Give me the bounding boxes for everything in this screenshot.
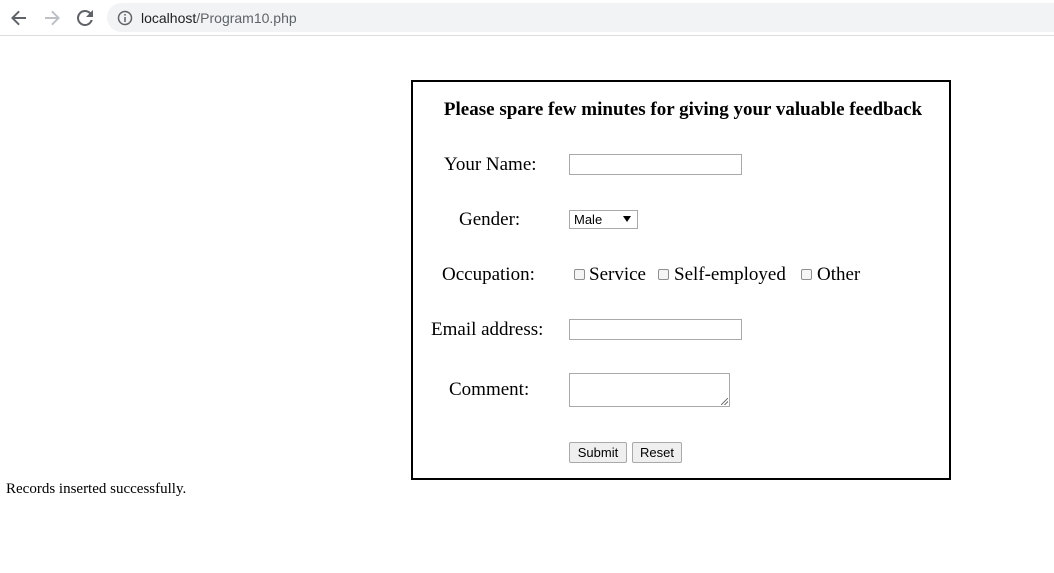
- email-input[interactable]: [569, 319, 742, 340]
- back-button[interactable]: [7, 6, 31, 30]
- address-bar[interactable]: localhost/Program10.php: [107, 3, 1054, 32]
- resize-grip-icon[interactable]: [721, 398, 728, 405]
- checkbox-other[interactable]: [801, 269, 812, 280]
- occupation-other-label: Other: [817, 264, 861, 285]
- checkbox-service[interactable]: [574, 269, 585, 280]
- gender-selected-value: Male: [574, 212, 603, 227]
- comment-textarea[interactable]: [569, 373, 730, 407]
- occupation-label: Occupation:: [442, 264, 535, 285]
- back-arrow-icon: [11, 10, 26, 26]
- reload-button[interactable]: [73, 6, 97, 30]
- comment-label: Comment:: [449, 379, 530, 400]
- chevron-down-icon: [623, 216, 631, 222]
- gender-label: Gender:: [459, 209, 521, 230]
- checkbox-self-employed[interactable]: [658, 269, 669, 280]
- url-path: /Program10.php: [196, 9, 297, 26]
- form-heading: Please spare few minutes for giving your…: [443, 99, 923, 120]
- name-label: Your Name:: [444, 154, 537, 175]
- email-label: Email address:: [431, 319, 544, 340]
- forward-arrow-icon: [45, 10, 60, 26]
- occupation-self-employed-label: Self-employed: [674, 264, 786, 285]
- url-host: localhost: [141, 9, 197, 26]
- reset-button[interactable]: Reset: [632, 442, 682, 463]
- browser-toolbar: localhost/Program10.php: [0, 0, 1054, 36]
- submit-button[interactable]: Submit: [569, 442, 627, 463]
- feedback-form: Please spare few minutes for giving your…: [411, 80, 951, 480]
- info-icon[interactable]: [117, 10, 133, 26]
- forward-button[interactable]: [40, 6, 64, 30]
- occupation-service-label: Service: [589, 264, 646, 285]
- status-message: Records inserted successfully.: [6, 481, 187, 497]
- name-input[interactable]: [569, 154, 742, 175]
- url-text: localhost/Program10.php: [141, 10, 297, 26]
- gender-select[interactable]: Male: [569, 210, 638, 229]
- reload-icon: [77, 10, 93, 26]
